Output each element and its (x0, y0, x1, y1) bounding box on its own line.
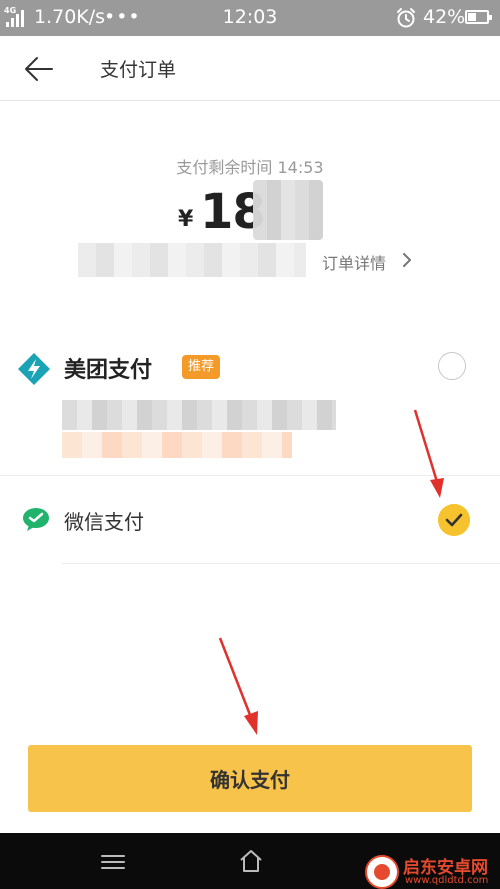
home-icon[interactable] (238, 848, 264, 874)
recommend-badge: 推荐 (182, 355, 221, 379)
battery-icon (465, 10, 492, 24)
alarm-icon (397, 8, 415, 28)
wechat-pay-icon (23, 508, 49, 531)
payment-radio-unselected[interactable] (438, 352, 466, 380)
watermark-logo (365, 855, 399, 889)
watermark-url: www.qdldtd.com (405, 875, 489, 886)
payment-option-meituan[interactable]: 美团支付 推荐 (0, 340, 500, 476)
status-bar: 4G 1.70K/s ••• 12:03 42% (0, 0, 500, 36)
redacted-order-name (78, 243, 306, 277)
currency-symbol: ¥ (178, 207, 194, 232)
annotation-arrow-confirm (218, 637, 258, 735)
redacted-promo-info (62, 432, 292, 458)
check-selected-icon[interactable] (438, 504, 470, 536)
battery-percent: 42% (423, 6, 466, 28)
page-title: 支付订单 (100, 59, 177, 81)
payment-option-label: 美团支付 (64, 358, 153, 383)
redacted-account-info (62, 400, 336, 430)
watermark: 启东安卓网 www.qdldtd.com (365, 855, 500, 889)
remaining-time: 支付剩余时间 14:53 (176, 158, 324, 177)
payment-option-wechat[interactable]: 微信支付 (0, 476, 500, 564)
order-detail-link[interactable]: 订单详情 (322, 250, 386, 274)
app-header: 支付订单 (0, 36, 500, 101)
divider (62, 563, 500, 564)
redacted-amount (253, 180, 323, 240)
confirm-payment-button[interactable]: 确认支付 (28, 745, 472, 812)
meituan-pay-icon (18, 353, 50, 385)
menu-icon[interactable] (100, 853, 126, 871)
payment-option-label: 微信支付 (64, 510, 144, 534)
back-arrow-icon[interactable] (22, 54, 56, 84)
chevron-right-icon[interactable] (400, 250, 414, 270)
